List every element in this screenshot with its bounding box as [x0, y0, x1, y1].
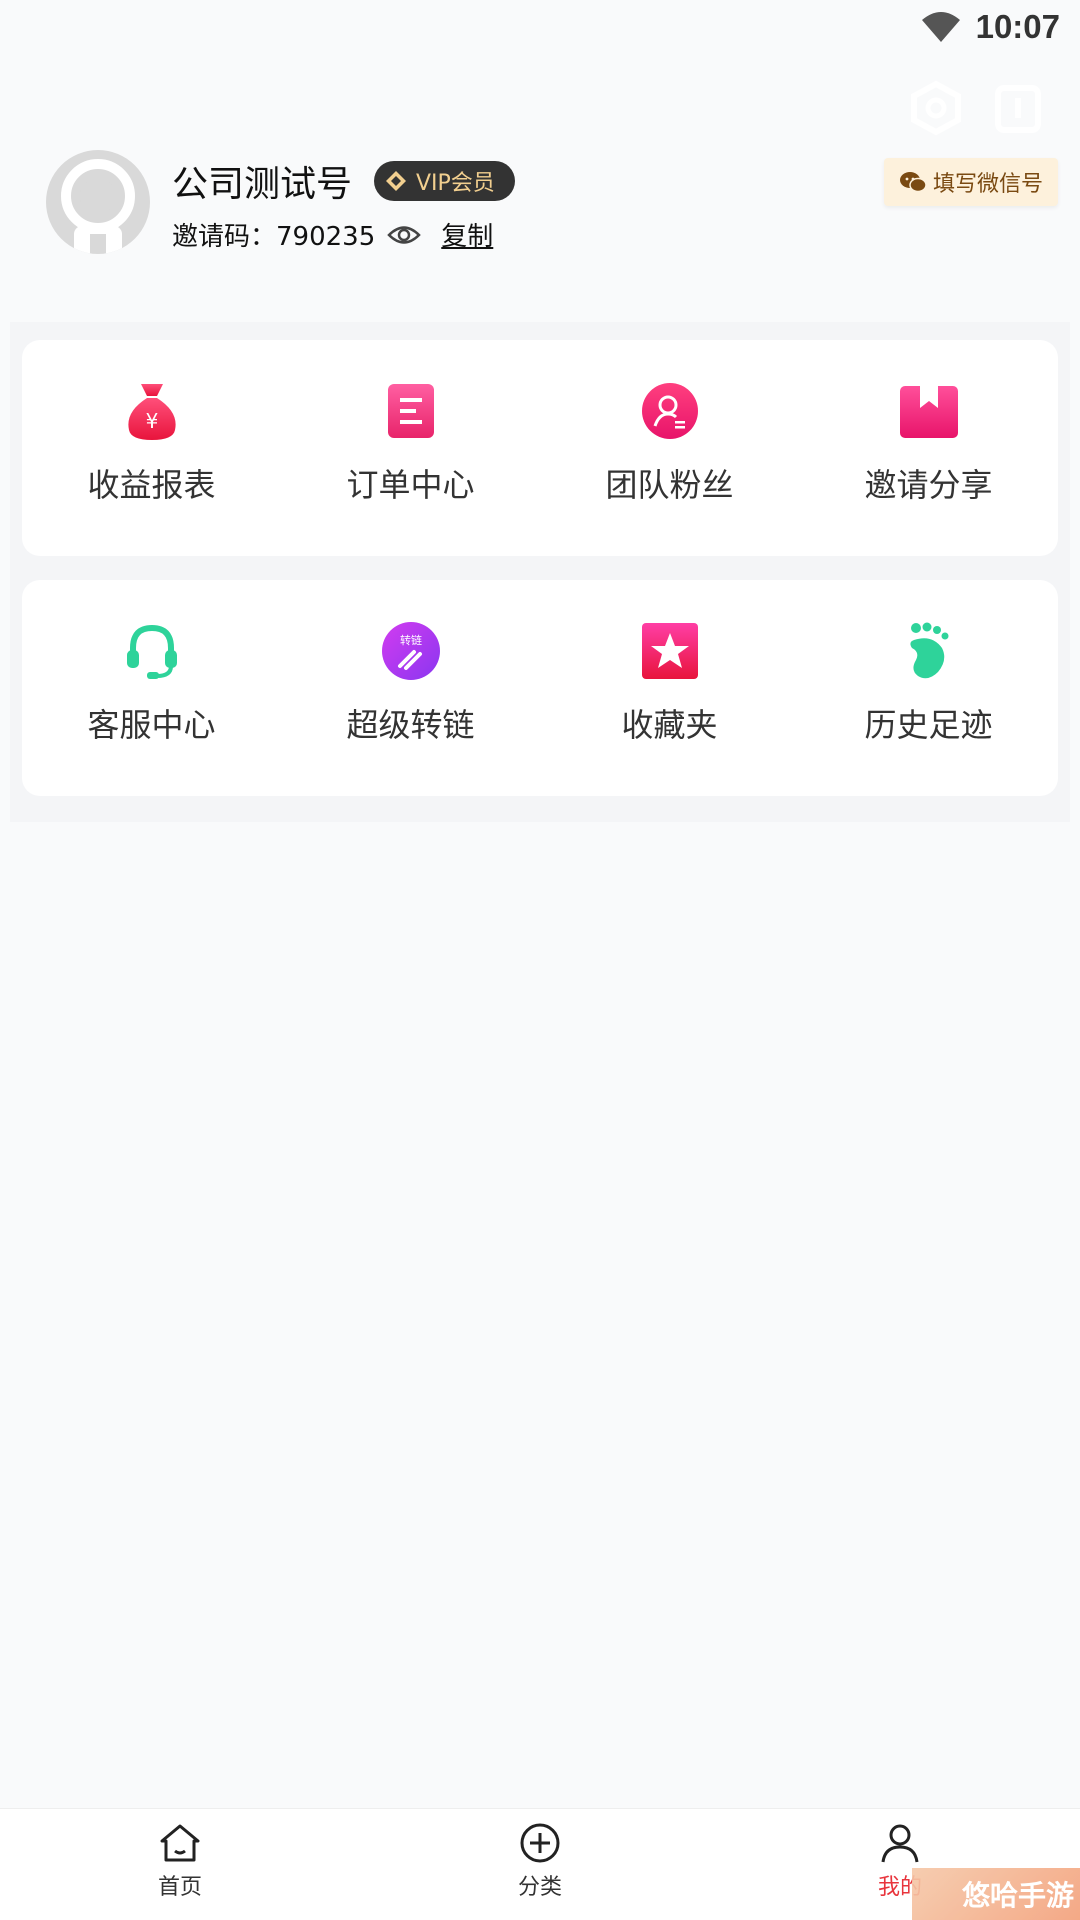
- diamond-icon: [386, 171, 406, 191]
- menu-label: 团队粉丝: [605, 466, 734, 504]
- avatar[interactable]: [46, 150, 150, 254]
- menu-label: 历史足迹: [864, 706, 993, 744]
- menu-label: 客服中心: [87, 706, 216, 744]
- user-name: 公司测试号: [172, 164, 353, 205]
- settings-icon[interactable]: [908, 80, 964, 136]
- eye-icon[interactable]: [387, 224, 422, 246]
- message-icon[interactable]: [990, 80, 1046, 136]
- vip-badge[interactable]: VIP会员: [374, 161, 515, 201]
- money-bag-icon: ¥: [127, 384, 176, 440]
- nav-label: 分类: [517, 1875, 562, 1900]
- menu-card-secondary: 客服中心 转链 超级转链 收藏夹 历史足迹: [22, 580, 1058, 796]
- headset-icon: [126, 624, 177, 679]
- copy-button[interactable]: 复制: [441, 216, 493, 253]
- user-icon: [881, 1824, 919, 1863]
- wifi-icon: [922, 12, 960, 42]
- vip-label: VIP会员: [416, 171, 495, 196]
- star-icon: [641, 623, 698, 679]
- link-convert-icon: 转链: [381, 622, 440, 680]
- invite-code: 邀请码：790235: [172, 222, 376, 252]
- menu-item-favorites[interactable]: 收藏夹: [540, 580, 799, 796]
- fill-wechat-button[interactable]: 填写微信号: [884, 158, 1058, 206]
- status-bar: 10:07: [0, 0, 1080, 58]
- menu-item-invite-share[interactable]: 邀请分享: [799, 340, 1058, 556]
- menu-label: 邀请分享: [864, 466, 993, 504]
- profile-page: 10:07 公司测试号 VIP会员 邀请码：790235 复制 填写微信号 ¥ …: [0, 0, 1080, 1920]
- watermark: 悠哈手游: [912, 1868, 1080, 1920]
- menu-label: 收藏夹: [621, 706, 718, 744]
- menu-item-team-fans[interactable]: 团队粉丝: [540, 340, 799, 556]
- watermark-text: 悠哈手游: [961, 1879, 1074, 1912]
- menu-label: 超级转链: [346, 706, 475, 744]
- home-icon: [160, 1824, 200, 1862]
- menu-item-history[interactable]: 历史足迹: [799, 580, 1058, 796]
- menu-item-earnings-report[interactable]: ¥ 收益报表: [22, 340, 281, 556]
- clock: 10:07: [975, 8, 1060, 45]
- nav-label: 首页: [157, 1875, 202, 1900]
- footprint-icon: [909, 622, 948, 679]
- plus-circle-icon: [520, 1823, 560, 1863]
- svg-text:转链: 转链: [400, 633, 422, 647]
- invite-bookmark-icon: [899, 386, 958, 438]
- menu-item-customer-service[interactable]: 客服中心: [22, 580, 281, 796]
- nav-item-category[interactable]: 分类: [360, 1809, 720, 1920]
- team-user-icon: [641, 383, 698, 439]
- menu-item-order-center[interactable]: 订单中心: [281, 340, 540, 556]
- svg-text:¥: ¥: [145, 409, 158, 433]
- wechat-button-label: 填写微信号: [932, 172, 1043, 197]
- nav-item-home[interactable]: 首页: [0, 1809, 360, 1920]
- astronaut-avatar-icon: [61, 159, 135, 254]
- menu-label: 订单中心: [346, 466, 475, 504]
- invite-code-row: 邀请码：790235 复制: [172, 216, 493, 253]
- menu-item-super-link[interactable]: 转链 超级转链: [281, 580, 540, 796]
- menu-label: 收益报表: [87, 466, 216, 504]
- menu-card-primary: ¥ 收益报表 订单中心 团队粉丝 邀请分享: [22, 340, 1058, 556]
- wechat-icon: [899, 172, 927, 193]
- order-list-icon: [387, 384, 434, 438]
